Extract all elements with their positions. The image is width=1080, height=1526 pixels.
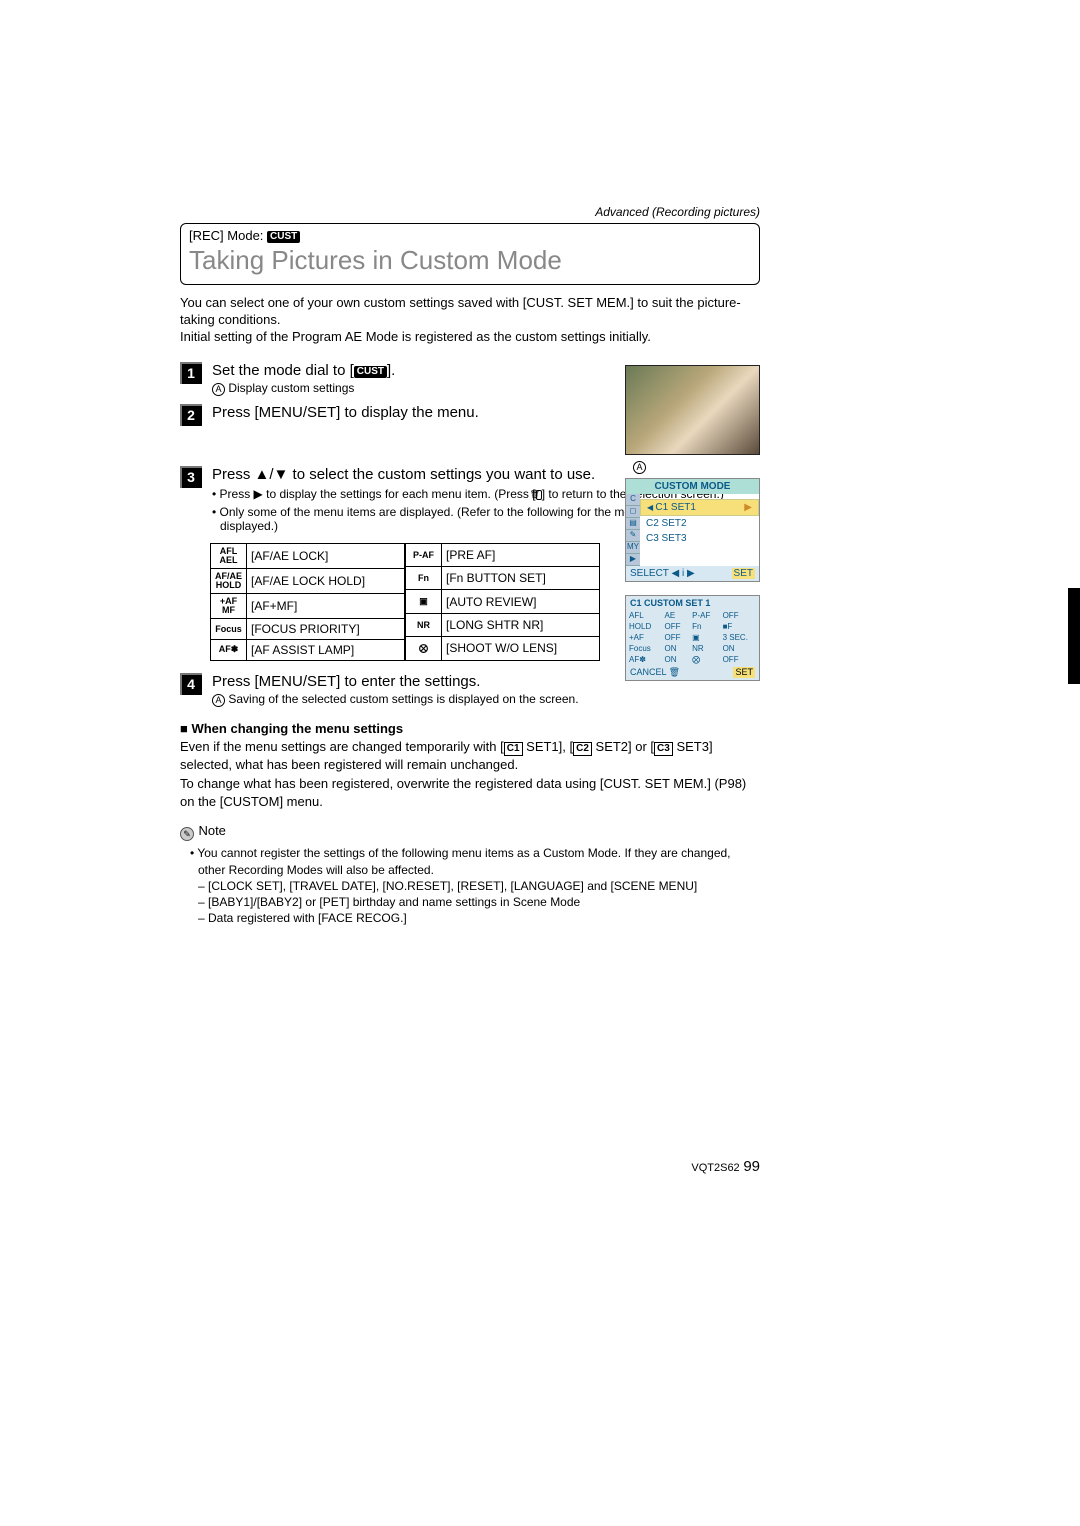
menu1-item: C2 SET2 — [640, 516, 759, 531]
menu1-item-empty — [640, 546, 759, 561]
icon-cell: ▣ — [406, 590, 442, 613]
icon-cell: +AF MF — [211, 593, 247, 618]
c2-badge-icon: C2 — [573, 742, 592, 756]
icon-cell: Focus — [211, 618, 247, 639]
icon-cell: Fn — [406, 567, 442, 590]
menu1-title: CUSTOM MODE — [626, 479, 759, 494]
intro-text: You can select one of your own custom se… — [180, 295, 760, 346]
marker-a-icon: A — [633, 461, 646, 474]
rec-mode-label: [REC] Mode: — [189, 228, 263, 243]
tab-play-icon: ▶ — [626, 554, 640, 566]
tab-film-icon: ▤ — [626, 518, 640, 530]
step4-sub: Saving of the selected custom settings i… — [228, 692, 578, 706]
step-number-2-icon: 2 — [180, 404, 202, 426]
menu2-title: C1 CUSTOM SET 1 — [626, 596, 759, 610]
custom-mode-menu: CUSTOM MODE C ◻ ▤ ✎ MY ▶ C1 SET1▶ C2 SET… — [625, 478, 760, 582]
label-cell: [SHOOT W/O LENS] — [442, 637, 600, 660]
note-list: • You cannot register the settings of th… — [180, 845, 760, 926]
label-cell: [AF/AE LOCK HOLD] — [247, 568, 405, 593]
marker-a-icon: A — [212, 383, 225, 396]
step-number-1-icon: 1 — [180, 362, 202, 384]
icon-cell: AF✽ — [211, 639, 247, 660]
changing-heading: ■ When changing the menu settings — [180, 721, 760, 736]
note-heading: Note — [198, 823, 225, 838]
label-cell: [AUTO REVIEW] — [442, 590, 600, 613]
note-bullet: • You cannot register the settings of th… — [190, 845, 760, 877]
menu1-list: C1 SET1▶ C2 SET2 C3 SET3 — [640, 499, 759, 561]
label-cell: [LONG SHTR NR] — [442, 613, 600, 636]
menu2-footer-right: SET — [733, 667, 755, 678]
note-dash: – [CLOCK SET], [TRAVEL DATE], [NO.RESET]… — [190, 878, 760, 894]
page-title: Taking Pictures in Custom Mode — [189, 245, 751, 276]
menu1-item-selected: C1 SET1▶ — [640, 499, 759, 516]
marker-a-icon: A — [212, 694, 225, 707]
label-cell: [AF ASSIST LAMP] — [247, 639, 405, 660]
label-cell: [Fn BUTTON SET] — [442, 567, 600, 590]
marker-a-below-image: A — [633, 457, 646, 475]
c3-badge-icon: C3 — [654, 742, 673, 756]
menu1-sidebar-icons: C ◻ ▤ ✎ MY ▶ — [626, 494, 640, 566]
menu2-grid: AFLAEP-AFOFF HOLDOFFFn■F +AFOFF▣3 SEC. F… — [626, 610, 759, 665]
icon-cell: AF/AE HOLD — [211, 568, 247, 593]
step1-sub: Display custom settings — [228, 381, 354, 395]
tab-camera-icon: ◻ — [626, 506, 640, 518]
menu-items-table: AFL AEL[AF/AE LOCK] AF/AE HOLD[AF/AE LOC… — [210, 543, 600, 661]
chg-1b: SET1], [ — [523, 739, 574, 754]
step1-text-a: Set the mode dial to [ — [212, 362, 354, 379]
tab-wrench-icon: ✎ — [626, 530, 640, 542]
label-cell: [FOCUS PRIORITY] — [247, 618, 405, 639]
step3-b1a: • Press ▶ to display the settings for ea… — [212, 487, 536, 501]
footer-code: VQT2S62 — [691, 1162, 739, 1174]
menu1-footer-right: SET — [732, 568, 755, 579]
cust-badge-icon: CUST — [354, 366, 387, 378]
footer-page-number: 99 — [743, 1158, 760, 1175]
step-number-3-icon: 3 — [180, 466, 202, 488]
step1-text-b: ]. — [387, 362, 395, 379]
step-number-4-icon: 4 — [180, 673, 202, 695]
icon-cell: P-AF — [406, 543, 442, 566]
changing-para-1: Even if the menu settings are changed te… — [180, 738, 760, 774]
note-dash: – Data registered with [FACE RECOG.] — [190, 910, 760, 926]
page-footer: VQT2S62 99 — [180, 1158, 760, 1175]
page-edge-tab — [1068, 588, 1080, 684]
note-icon: ✎ — [180, 827, 194, 841]
chg-1a: Even if the menu settings are changed te… — [180, 739, 504, 754]
custom-set-detail-menu: C1 CUSTOM SET 1 AFLAEP-AFOFF HOLDOFFFn■F… — [625, 595, 760, 681]
rec-mode-line: [REC] Mode: CUST — [189, 228, 751, 243]
note-dash: – [BABY1]/[BABY2] or [PET] birthday and … — [190, 894, 760, 910]
icon-cell: AFL AEL — [211, 543, 247, 568]
label-cell: [AF+MF] — [247, 593, 405, 618]
changing-para-2: To change what has been registered, over… — [180, 775, 760, 810]
menu-table-left: AFL AEL[AF/AE LOCK] AF/AE HOLD[AF/AE LOC… — [210, 543, 405, 661]
menu-table-right: P-AF[PRE AF] Fn[Fn BUTTON SET] ▣[AUTO RE… — [405, 543, 600, 661]
c1-badge-icon: C1 — [504, 742, 523, 756]
menu1-footer-left: SELECT ◀ i ▶ — [630, 568, 695, 579]
breadcrumb: Advanced (Recording pictures) — [180, 205, 760, 219]
arrow-right-icon: ▶ — [744, 502, 752, 513]
icon-cell: NR — [406, 613, 442, 636]
chg-1c: SET2] or [ — [592, 739, 654, 754]
menu1-item: C3 SET3 — [640, 531, 759, 546]
menu2-footer-left: CANCEL 🗑 — [630, 667, 680, 678]
icon-cell: ⨂ — [406, 637, 442, 660]
title-box: [REC] Mode: CUST Taking Pictures in Cust… — [180, 223, 760, 285]
cust-badge-icon: CUST — [267, 231, 300, 243]
label-cell: [AF/AE LOCK] — [247, 543, 405, 568]
tab-my-icon: MY — [626, 542, 640, 554]
camera-preview-image — [625, 365, 760, 455]
tab-c-icon: C — [626, 494, 640, 506]
label-cell: [PRE AF] — [442, 543, 600, 566]
